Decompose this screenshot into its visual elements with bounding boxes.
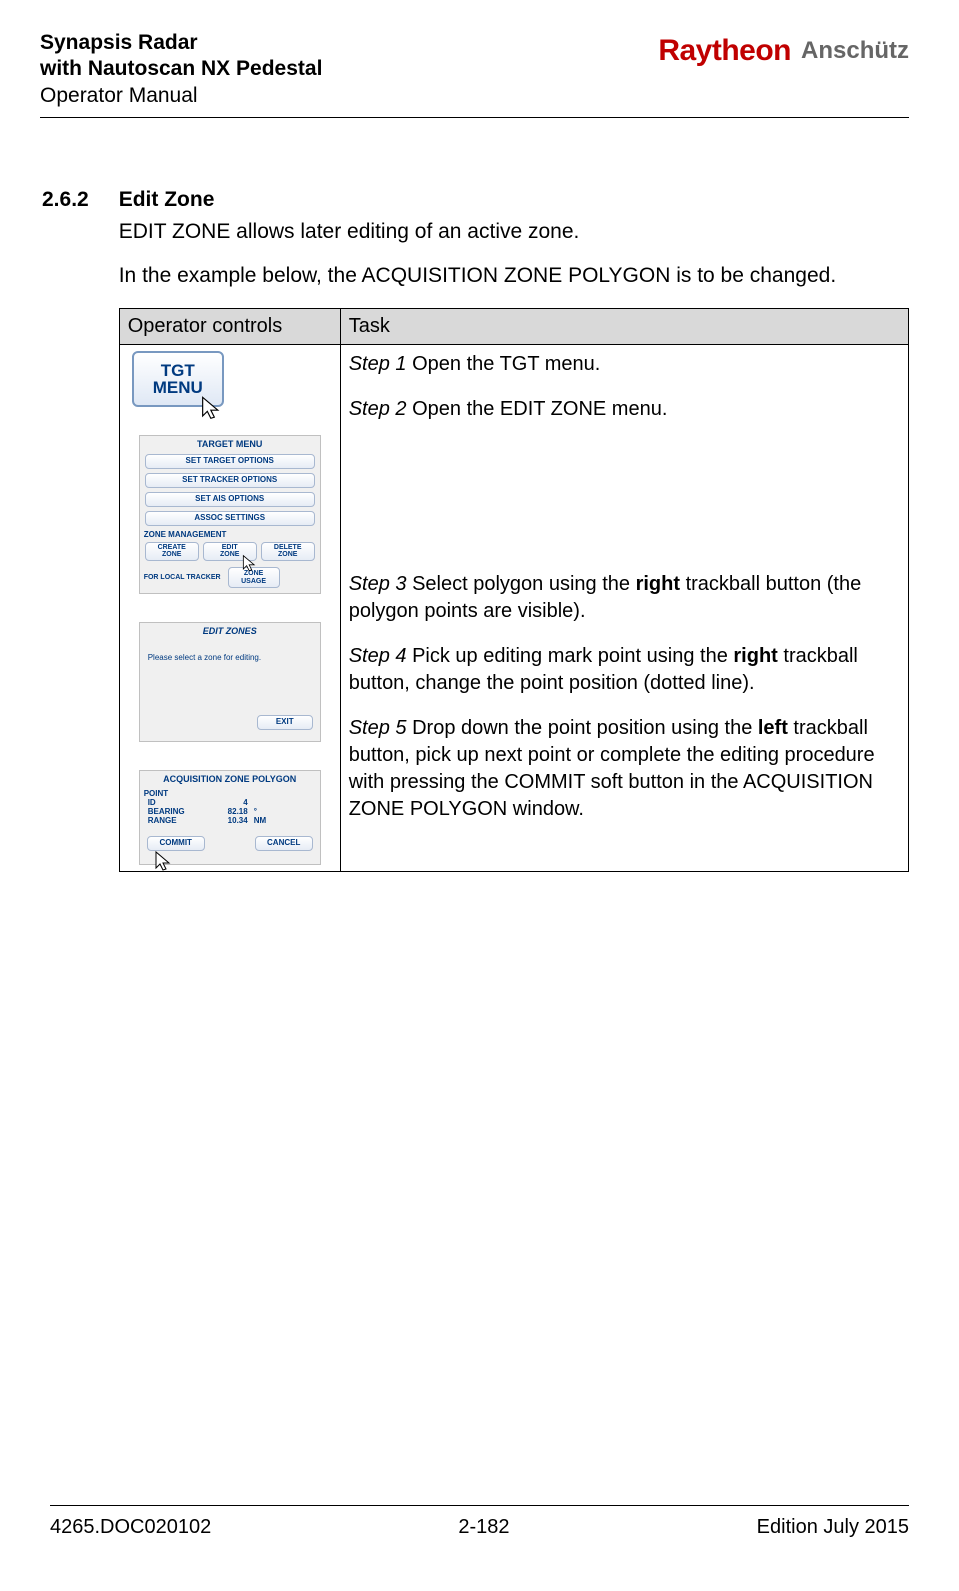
edit-zone-l1: EDIT — [222, 544, 238, 552]
zone-usage-l2: USAGE — [241, 578, 266, 585]
cursor-arrow-icon — [240, 554, 260, 574]
footer-page-number: 2-182 — [458, 1516, 509, 1539]
commit-button[interactable]: COMMIT — [147, 836, 205, 851]
step-5-bold: left — [758, 717, 788, 739]
step-4-text-a: Pick up editing mark point using the — [407, 645, 734, 667]
bearing-unit: ° — [254, 807, 257, 816]
step-3-bold: right — [636, 573, 680, 595]
step-1-prefix: Step 1 — [349, 353, 407, 375]
create-zone-l1: CREATE — [158, 544, 186, 552]
operator-controls-cell: TGT MENU TARGET MENU SET TARGET OP — [119, 345, 340, 872]
section-para-2: In the example below, the ACQUISITION ZO… — [119, 262, 909, 290]
delete-zone-l1: DELETE — [274, 544, 302, 552]
set-ais-options-button[interactable]: SET AIS OPTIONS — [145, 492, 315, 507]
doc-subtitle: Operator Manual — [40, 83, 322, 109]
cancel-button[interactable]: CANCEL — [255, 836, 313, 851]
range-unit: NM — [254, 816, 266, 825]
step-2-prefix: Step 2 — [349, 398, 407, 420]
cursor-arrow-icon — [198, 395, 226, 423]
edit-zones-panel: EDIT ZONES Please select a zone for edit… — [139, 622, 321, 742]
step-2: Step 2 Open the EDIT ZONE menu. — [349, 396, 900, 423]
page-header: Synapsis Radar with Nautoscan NX Pedesta… — [40, 30, 909, 118]
step-4-prefix: Step 4 — [349, 645, 407, 667]
task-cell: Step 1 Open the TGT menu. Step 2 Open th… — [340, 345, 908, 872]
edit-zones-message: Please select a zone for editing. — [140, 639, 320, 712]
create-zone-button[interactable]: CREATE ZONE — [145, 542, 199, 561]
step-5-prefix: Step 5 — [349, 717, 407, 739]
set-target-options-button[interactable]: SET TARGET OPTIONS — [145, 454, 315, 469]
footer-doc-id: 4265.DOC020102 — [50, 1516, 211, 1539]
brand-raytheon: Raytheon — [658, 34, 791, 68]
target-menu-panel: TARGET MENU SET TARGET OPTIONS SET TRACK… — [139, 435, 321, 594]
delete-zone-button[interactable]: DELETE ZONE — [261, 542, 315, 561]
acq-zone-title: ACQUISITION ZONE POLYGON — [140, 771, 320, 787]
step-2-text: Open the EDIT ZONE menu. — [407, 398, 668, 420]
delete-zone-l2: ZONE — [278, 551, 297, 559]
tgt-menu-line1: TGT — [161, 362, 195, 380]
edit-zones-title: EDIT ZONES — [140, 623, 320, 639]
step-4: Step 4 Pick up editing mark point using … — [349, 643, 900, 697]
target-menu-title: TARGET MENU — [140, 436, 320, 452]
id-value: 4 — [208, 798, 248, 807]
bearing-label: BEARING — [148, 807, 202, 816]
footer-edition: Edition July 2015 — [757, 1516, 909, 1539]
table-header-task: Task — [340, 309, 908, 345]
step-4-bold: right — [733, 645, 777, 667]
acquisition-zone-polygon-panel: ACQUISITION ZONE POLYGON POINT ID 4 BEAR… — [139, 770, 321, 865]
edit-zone-button[interactable]: EDIT ZONE — [203, 542, 257, 561]
section-para-1: EDIT ZONE allows later editing of an act… — [119, 218, 909, 246]
page-footer: 4265.DOC020102 2-182 Edition July 2015 — [50, 1505, 909, 1539]
assoc-settings-button[interactable]: ASSOC SETTINGS — [145, 511, 315, 526]
for-local-tracker-label: FOR LOCAL TRACKER — [144, 574, 221, 581]
table-header-op: Operator controls — [119, 309, 340, 345]
id-label: ID — [148, 798, 202, 807]
brand-block: Raytheon Anschütz — [658, 30, 909, 68]
tgt-menu-line2: MENU — [153, 379, 203, 397]
brand-anschutz: Anschütz — [801, 37, 909, 65]
step-1: Step 1 Open the TGT menu. — [349, 351, 900, 378]
step-3: Step 3 Select polygon using the right tr… — [349, 571, 900, 625]
step-5-text-a: Drop down the point position using the — [407, 717, 758, 739]
edit-zone-l2: ZONE — [220, 551, 239, 559]
bearing-value: 82.18 — [208, 807, 248, 816]
step-3-prefix: Step 3 — [349, 573, 407, 595]
step-1-text: Open the TGT menu. — [407, 353, 601, 375]
exit-button[interactable]: EXIT — [257, 715, 313, 730]
procedure-table: Operator controls Task TGT MENU — [119, 308, 909, 872]
zone-management-label: ZONE MANAGEMENT — [140, 528, 320, 539]
step-3-text-a: Select polygon using the — [407, 573, 636, 595]
range-label: RANGE — [148, 816, 202, 825]
step-5: Step 5 Drop down the point position usin… — [349, 715, 900, 823]
doc-title-line2: with Nautoscan NX Pedestal — [40, 56, 322, 82]
section-number: 2.6.2 — [42, 188, 89, 212]
doc-title-block: Synapsis Radar with Nautoscan NX Pedesta… — [40, 30, 322, 109]
doc-title-line1: Synapsis Radar — [40, 30, 322, 56]
range-value: 10.34 — [208, 816, 248, 825]
create-zone-l2: ZONE — [162, 551, 181, 559]
section-title: Edit Zone — [119, 188, 909, 212]
cursor-arrow-icon — [152, 850, 176, 874]
set-tracker-options-button[interactable]: SET TRACKER OPTIONS — [145, 473, 315, 488]
point-label: POINT — [140, 787, 320, 798]
